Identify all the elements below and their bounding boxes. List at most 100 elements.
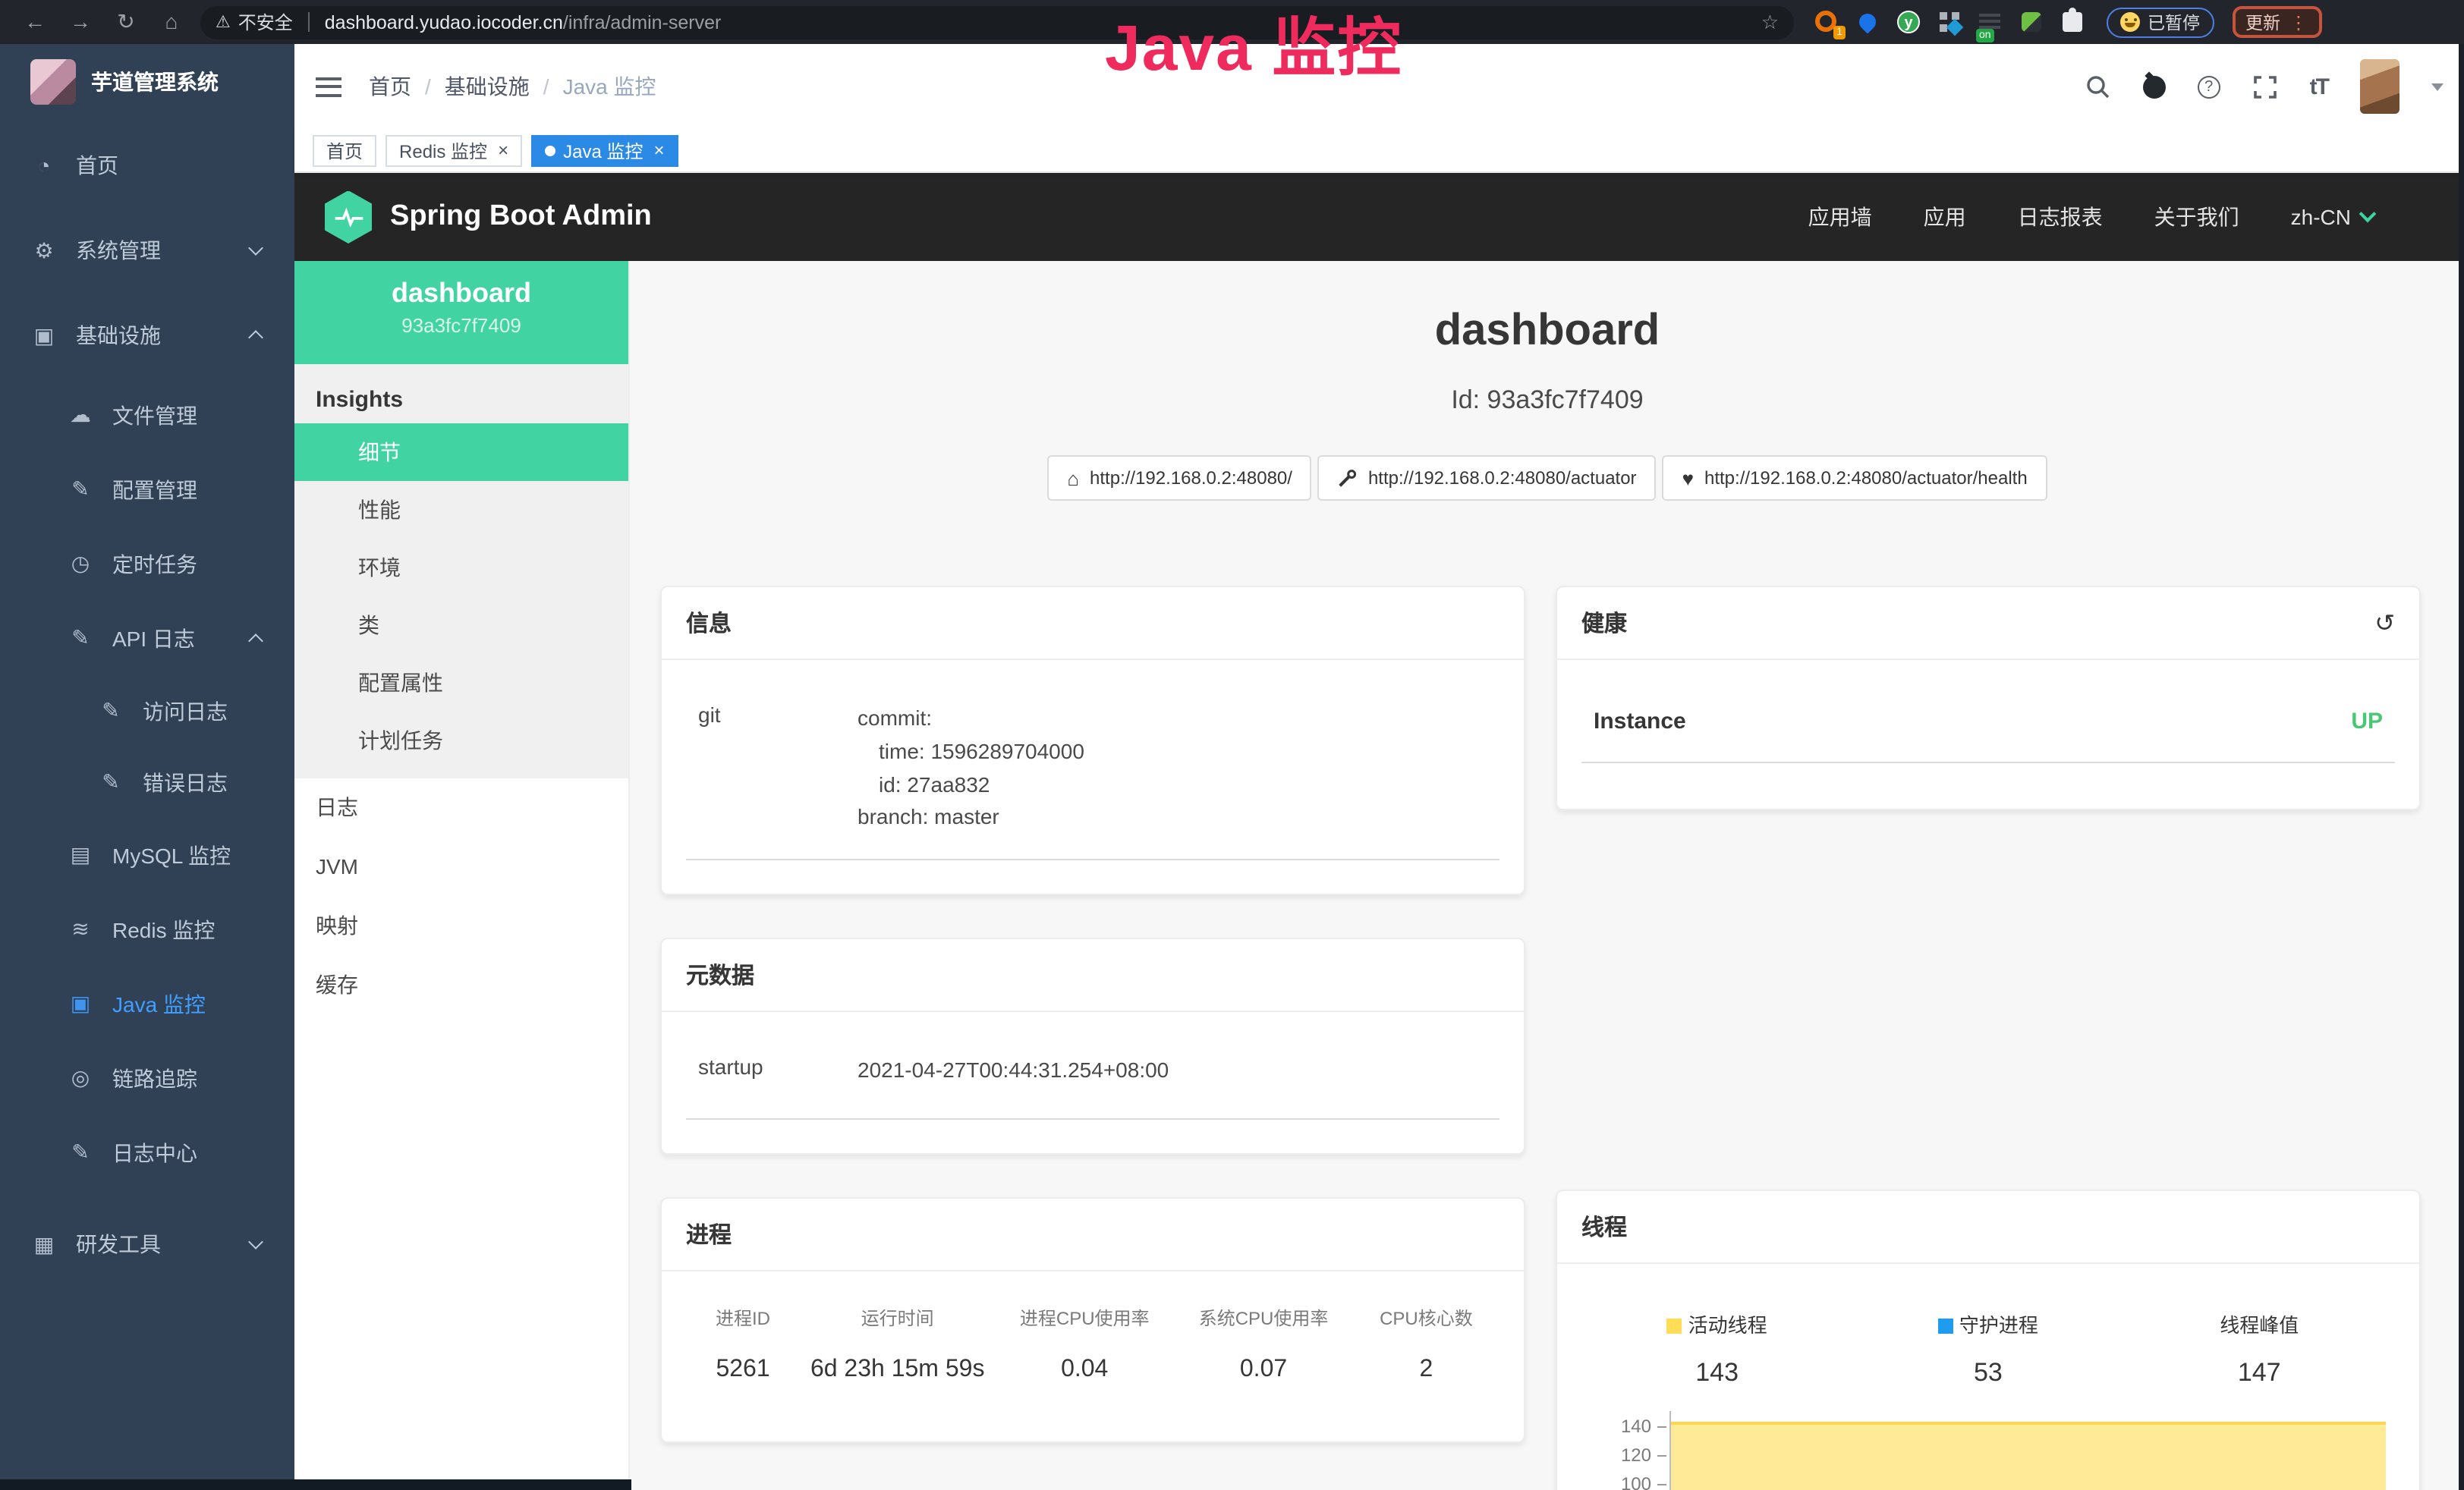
sba-menu-environment[interactable]: 环境 [294,539,628,596]
sba-menu-caches[interactable]: 缓存 [294,956,628,1015]
health-card: 健康 ↺ Instance UP [1556,586,2421,811]
sba-menu-details[interactable]: 细节 [294,423,628,481]
github-icon[interactable] [2143,75,2166,98]
hamburger-icon[interactable] [316,77,341,96]
sba-language-select[interactable]: zh-CN [2291,205,2374,229]
sidebar-item-log-center[interactable]: ✎ 日志中心 [0,1115,294,1190]
gear-icon: ⚙ [30,237,58,263]
link-text: http://192.168.0.2:48080/ [1090,468,1292,489]
profile-paused-chip[interactable]: 已暂停 [2107,7,2214,37]
git-time-line: time: 1596289704000 [858,736,1084,769]
chevron-down-icon [2359,206,2377,223]
actuator-url-link[interactable]: http://192.168.0.2:48080/actuator [1318,456,1657,501]
sidebar-item-error-logs[interactable]: ✎ 错误日志 [0,747,294,818]
sba-nav-about[interactable]: 关于我们 [2154,202,2239,232]
health-url-link[interactable]: ♥ http://192.168.0.2:48080/actuator/heal… [1663,456,2047,501]
home-icon[interactable]: ⌂ [149,0,194,44]
bookmark-star-icon[interactable]: ☆ [1761,10,1779,34]
sba-logo-icon[interactable] [325,190,372,244]
sba-menu-jvm[interactable]: JVM [294,838,628,897]
app-window: 芋道管理系统 ◔ 首页 ⚙ 系统管理 ▣ 基础设施 ☁ [0,44,2464,1490]
breadcrumb-infrastructure[interactable]: 基础设施 [445,71,530,102]
forward-icon[interactable]: → [58,0,103,44]
browser-menu-icon[interactable]: ⋮ [2289,14,2308,30]
breadcrumb-separator: / [425,74,431,99]
tag-java-monitor[interactable]: Java 监控 × [531,134,678,166]
history-icon[interactable]: ↺ [2374,608,2395,639]
sidebar-item-api-logs[interactable]: ✎ API 日志 [0,601,294,675]
sba-menu-classes[interactable]: 类 [294,596,628,654]
threads-legend: 活动线程 143 守护进程 53 [1581,1310,2395,1389]
puzzle-shape [2063,11,2082,31]
card-title: 元数据 [662,939,1524,1012]
sidebar-item-scheduled-tasks[interactable]: ◷ 定时任务 [0,527,294,601]
tag-redis-monitor[interactable]: Redis 监控 × [385,134,522,166]
git-id-line: id: 27aa832 [858,769,1084,802]
sidebar-item-java-monitor[interactable]: ▣ Java 监控 [0,967,294,1041]
sba-brand[interactable]: Spring Boot Admin [390,200,652,234]
address-bar[interactable]: ⚠ 不安全 dashboard.yudao.iocoder.cn /infra/… [200,5,1794,39]
git-commit-line: commit: [858,703,1084,736]
home-icon: ⌂ [1067,467,1079,490]
tag-home[interactable]: 首页 [313,134,376,166]
sidebar-item-infrastructure[interactable]: ▣ 基础设施 [0,293,294,378]
card-body: Instance UP [1557,661,2419,809]
chevron-down-icon [248,240,263,256]
timer-icon: ◷ [67,551,94,577]
grid-extension-icon[interactable] [1938,10,1962,34]
switch-extension-icon[interactable]: on [1979,10,2003,34]
sidebar-item-mysql-monitor[interactable]: ▤ MySQL 监控 [0,818,294,892]
avatar-caret-icon[interactable] [2431,83,2444,90]
info-card-title: 信息 [686,608,732,640]
extensions-bar: 1 y on [1815,10,2085,34]
sba-menu-scheduled[interactable]: 计划任务 [294,712,628,769]
app-logo-row[interactable]: 芋道管理系统 [0,44,294,120]
wrench-icon [1338,469,1358,489]
y-extension-icon[interactable]: y [1897,10,1921,34]
service-url-link[interactable]: ⌂ http://192.168.0.2:48080/ [1047,456,1312,501]
user-avatar[interactable] [2360,59,2399,114]
pin-extension-icon[interactable] [1856,10,1880,34]
sidebar-item-config-mgmt[interactable]: ✎ 配置管理 [0,452,294,527]
sync-extension-icon[interactable]: 1 [1815,10,1839,34]
extension-badge: 1 [1833,25,1846,39]
sidebar-item-file-mgmt[interactable]: ☁ 文件管理 [0,378,294,452]
sba-nav-journal[interactable]: 日志报表 [2018,202,2103,232]
chevron-down-icon [248,1234,263,1250]
card-body: 活动线程 143 守护进程 53 [1557,1265,2419,1490]
on-badge: on [1976,28,1994,42]
sba-instance-header[interactable]: dashboard 93a3fc7f7409 [294,261,628,364]
close-icon[interactable]: × [498,141,508,159]
sba-app-id: 93a3fc7f7409 [294,314,628,337]
search-icon[interactable] [2085,74,2111,99]
back-icon[interactable]: ← [12,0,58,44]
heartbeat-icon: ♥ [1682,467,1694,490]
leaf-extension-icon[interactable] [2020,10,2044,34]
sba-nav-wallboard[interactable]: 应用墙 [1808,202,1872,232]
puzzle-extensions-icon[interactable] [2061,10,2085,34]
sba-menu-logs[interactable]: 日志 [294,778,628,838]
sba-menu-config-props[interactable]: 配置属性 [294,654,628,712]
sidebar-item-access-logs[interactable]: ✎ 访问日志 [0,675,294,747]
leaf-shape [2022,11,2041,31]
reload-icon[interactable]: ↻ [103,0,149,44]
sba-nav-applications[interactable]: 应用 [1924,202,1966,232]
sidebar-item-home[interactable]: ◔ 首页 [0,123,294,208]
process-value-cpus: 2 [1353,1356,1499,1384]
help-icon[interactable]: ? [2198,75,2220,98]
breadcrumb-home[interactable]: 首页 [369,71,411,102]
sba-menu-metrics[interactable]: 性能 [294,481,628,539]
sidebar-item-dev-tools[interactable]: ▦ 研发工具 [0,1202,294,1287]
fullscreen-icon[interactable] [2252,74,2278,99]
update-button[interactable]: 更新 ⋮ [2232,6,2321,38]
sidebar-item-label: 访问日志 [143,696,228,726]
sidebar-item-tracing[interactable]: ◎ 链路追踪 [0,1041,294,1115]
url-path: /infra/admin-server [563,11,1761,33]
font-size-icon[interactable]: tT [2310,74,2328,99]
sba-menu-mappings[interactable]: 映射 [294,897,628,956]
close-icon[interactable]: × [653,141,664,159]
question-mark: ? [2198,75,2220,98]
health-instance-row: Instance UP [1581,697,2395,764]
sidebar-item-system-mgmt[interactable]: ⚙ 系统管理 [0,208,294,293]
sidebar-item-redis-monitor[interactable]: ≋ Redis 监控 [0,892,294,967]
